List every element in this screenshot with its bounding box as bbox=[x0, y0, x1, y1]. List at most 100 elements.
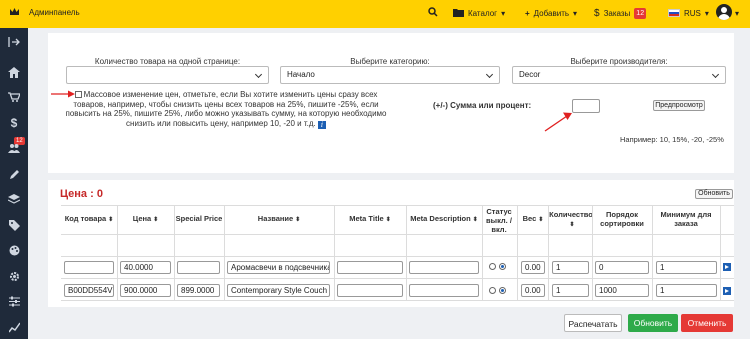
min-order-input[interactable]: 1 bbox=[656, 284, 717, 297]
info-icon[interactable]: i bbox=[317, 120, 326, 129]
collapse-icon[interactable] bbox=[6, 35, 22, 49]
brand-title: Админпанель bbox=[29, 7, 80, 17]
orders-label: Заказы bbox=[603, 8, 631, 18]
caret-down-icon: ▾ bbox=[704, 8, 709, 18]
sort-input[interactable]: 0 bbox=[595, 261, 649, 274]
header-top-line bbox=[61, 205, 734, 206]
price-title: Цена : 0 bbox=[60, 188, 103, 200]
tag-icon[interactable] bbox=[6, 218, 22, 232]
sum-input[interactable] bbox=[572, 99, 600, 113]
update-button[interactable]: Обновить bbox=[628, 314, 678, 332]
status-off-radio[interactable] bbox=[489, 287, 496, 294]
brand[interactable]: Админпанель bbox=[9, 7, 80, 17]
sort-icon: ⬍ bbox=[108, 217, 114, 223]
meta-title-input[interactable] bbox=[337, 261, 403, 274]
manufacturer-select[interactable]: Decor bbox=[512, 66, 726, 84]
qty-input[interactable]: 1 bbox=[552, 261, 589, 274]
home-icon[interactable] bbox=[6, 65, 22, 79]
search-button[interactable] bbox=[428, 6, 438, 20]
col-divider bbox=[548, 205, 549, 301]
flag-ru-icon bbox=[668, 9, 680, 17]
preview-button[interactable]: Предпросмотр bbox=[653, 100, 705, 111]
code-input[interactable] bbox=[64, 261, 114, 274]
col-header-status: Статус выкл. / вкл. bbox=[486, 207, 512, 234]
chart-icon[interactable] bbox=[6, 320, 22, 334]
print-button[interactable]: Распечатать bbox=[564, 314, 622, 332]
sort-icon: ⬍ bbox=[295, 217, 301, 223]
header-bottom-line bbox=[61, 234, 734, 235]
name-input[interactable]: Contemporary Style Couch - Ea bbox=[227, 284, 330, 297]
dollar-icon: $ bbox=[594, 7, 600, 19]
users-icon[interactable] bbox=[6, 141, 22, 155]
category-select[interactable]: Начало bbox=[280, 66, 500, 84]
col-divider bbox=[117, 205, 118, 301]
meta-desc-input[interactable] bbox=[409, 261, 479, 274]
col-header-special: Special Price bbox=[175, 214, 223, 223]
col-divider bbox=[592, 205, 593, 301]
status-off-radio[interactable] bbox=[489, 263, 496, 270]
meta-desc-input[interactable] bbox=[409, 284, 479, 297]
name-input[interactable]: Аромасвечи в подсвечниках bbox=[227, 261, 330, 274]
add-label: Добавить bbox=[533, 8, 570, 18]
annotation-arrow-up bbox=[544, 112, 572, 132]
col-divider bbox=[174, 205, 175, 301]
col-divider bbox=[652, 205, 653, 301]
col-header-price[interactable]: Цена ⬍ bbox=[117, 214, 174, 225]
user-avatar[interactable] bbox=[716, 4, 732, 20]
meta-title-input[interactable] bbox=[337, 284, 403, 297]
sort-icon: ⬍ bbox=[538, 217, 544, 223]
add-menu[interactable]: + Добавить ▾ bbox=[525, 6, 577, 20]
palette-icon[interactable] bbox=[6, 243, 22, 257]
col-header-min: Минимум для заказа bbox=[660, 210, 712, 228]
example-text: Например: 10, 15%, -20, -25% bbox=[620, 135, 724, 144]
special-price-input[interactable] bbox=[177, 261, 220, 274]
per-page-select[interactable] bbox=[66, 66, 269, 84]
category-label: Выберите категорию: bbox=[350, 57, 430, 66]
search-icon bbox=[428, 7, 438, 19]
folder-icon bbox=[453, 8, 464, 19]
sort-icon: ⬍ bbox=[472, 217, 478, 223]
code-input[interactable]: B00DD554VE bbox=[64, 284, 114, 297]
caret-down-icon[interactable]: ▾ bbox=[735, 9, 739, 18]
play-icon[interactable] bbox=[723, 287, 731, 295]
price-input[interactable]: 900.0000 bbox=[120, 284, 171, 297]
caret-down-icon: ▾ bbox=[573, 8, 578, 18]
col-header-weight[interactable]: Вес ⬍ bbox=[519, 214, 547, 225]
col-header-code[interactable]: Код товара ⬍ bbox=[61, 214, 117, 225]
dollar-icon[interactable]: $ bbox=[6, 116, 22, 130]
sliders-icon[interactable] bbox=[6, 294, 22, 308]
mass-change-checkbox[interactable] bbox=[74, 91, 82, 98]
col-divider bbox=[224, 205, 225, 301]
status-on-radio[interactable] bbox=[499, 287, 506, 294]
cart-icon[interactable] bbox=[6, 90, 22, 104]
sort-icon: ⬍ bbox=[385, 217, 391, 223]
col-header-meta-title[interactable]: Meta Title ⬍ bbox=[334, 214, 406, 225]
weight-input[interactable]: 0.00 bbox=[521, 261, 545, 274]
plus-icon: + bbox=[525, 8, 530, 18]
gear-icon[interactable] bbox=[6, 269, 22, 283]
sort-input[interactable]: 1000 bbox=[595, 284, 649, 297]
manufacturer-label: Выберите производителя: bbox=[570, 57, 668, 66]
catalog-menu[interactable]: Каталог ▾ bbox=[453, 6, 505, 20]
orders-link[interactable]: $ Заказы 12 bbox=[594, 6, 647, 20]
pencil-icon[interactable] bbox=[6, 167, 22, 181]
refresh-button[interactable]: Обновить bbox=[695, 189, 733, 199]
language-menu[interactable]: RUS ▾ bbox=[668, 6, 709, 20]
col-header-qty[interactable]: Количество ⬍ bbox=[549, 210, 593, 230]
top-bar: Админпанель Каталог ▾ + Добавить ▾ $ Зак… bbox=[0, 0, 750, 28]
col-header-meta-desc[interactable]: Meta Description ⬍ bbox=[406, 214, 482, 225]
col-divider bbox=[720, 205, 721, 301]
layers-icon[interactable] bbox=[6, 192, 22, 206]
mass-change-text: Массовое изменение цен, отметьте, если В… bbox=[65, 90, 387, 128]
language-label: RUS bbox=[684, 8, 701, 18]
weight-input[interactable]: 0.00 bbox=[521, 284, 545, 297]
cancel-button[interactable]: Отменить bbox=[681, 314, 733, 332]
min-order-input[interactable]: 1 bbox=[656, 261, 717, 274]
special-price-input[interactable]: 899.0000 bbox=[177, 284, 220, 297]
qty-input[interactable]: 1 bbox=[552, 284, 589, 297]
play-icon[interactable] bbox=[723, 263, 731, 271]
status-on-radio[interactable] bbox=[499, 263, 506, 270]
col-header-name[interactable]: Название ⬍ bbox=[224, 214, 334, 225]
price-input[interactable]: 40.0000 bbox=[120, 261, 171, 274]
row-divider bbox=[61, 256, 734, 257]
